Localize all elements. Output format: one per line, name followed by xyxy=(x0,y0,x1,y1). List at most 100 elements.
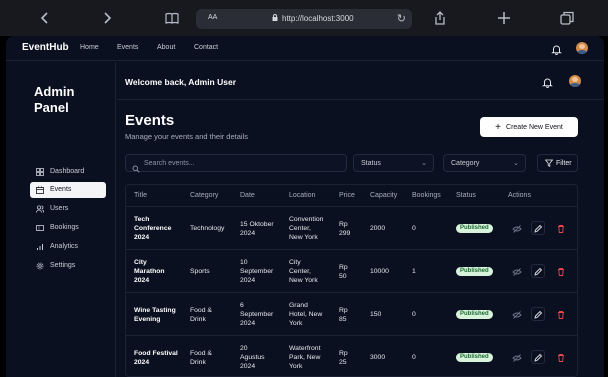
cell-location: City Center, New York xyxy=(289,258,318,285)
cell-location: Convention Center, New York xyxy=(289,215,323,242)
avatar[interactable] xyxy=(569,75,581,87)
cell-line: Food Festival xyxy=(134,349,178,357)
tabs-icon[interactable] xyxy=(558,9,576,27)
table-row[interactable]: Food Festival 2024 Food & Drink 20 Agustus 202… xyxy=(126,335,577,376)
filter-label: Filter xyxy=(556,160,572,167)
table-row[interactable]: Tech Conference 2024 Technology 15 Oktober 20… xyxy=(126,206,577,249)
cell-line: Technology xyxy=(190,225,225,232)
cell-category: Technology xyxy=(190,224,224,233)
cell-line: New York xyxy=(289,277,318,284)
hide-icon[interactable] xyxy=(510,222,524,236)
category-select[interactable]: Category ⌄ xyxy=(443,154,526,172)
create-event-button[interactable]: + Create New Event xyxy=(480,117,578,137)
cell-line: 50 xyxy=(339,272,347,280)
notification-bell-icon[interactable] xyxy=(542,75,553,93)
column-header-status: Status xyxy=(456,192,476,199)
column-header-bookings: Bookings xyxy=(412,192,441,199)
search-input[interactable]: Search events... xyxy=(125,154,347,173)
cell-line: Food & xyxy=(190,306,212,314)
cell-line: Drink xyxy=(190,358,206,366)
cell-date: 15 Oktober 2024 xyxy=(240,220,274,238)
cell-line: Rp xyxy=(339,220,348,228)
sidebar-item-settings[interactable]: Settings xyxy=(30,258,106,274)
delete-icon[interactable] xyxy=(554,222,568,236)
cell-price: Rp 25 xyxy=(339,349,348,367)
top-navigation: EventHub Home Events About Contact xyxy=(6,36,604,61)
delete-icon[interactable] xyxy=(554,351,568,365)
notification-bell-icon[interactable] xyxy=(551,42,562,60)
cell-line: Center, xyxy=(289,268,311,275)
events-table: Title Category Date Location Price Capac… xyxy=(125,184,578,377)
gear-icon xyxy=(36,262,44,270)
reload-icon[interactable]: ↻ xyxy=(397,12,406,25)
hide-icon[interactable] xyxy=(510,265,524,279)
book-icon[interactable] xyxy=(163,9,181,27)
cell-location: Waterfront Park, New York xyxy=(289,344,320,371)
address-bar[interactable]: AA http://localhost:3000 ↻ xyxy=(196,9,412,29)
edit-icon[interactable] xyxy=(531,307,545,321)
sidebar-item-label: Analytics xyxy=(50,243,79,250)
cell-line: York xyxy=(289,363,303,370)
delete-icon[interactable] xyxy=(554,308,568,322)
sidebar-item-dashboard[interactable]: Dashboard xyxy=(30,164,106,180)
new-tab-icon[interactable] xyxy=(495,9,513,27)
sidebar-item-label: Users xyxy=(50,205,69,212)
cell-title: City Marathon 2024 xyxy=(134,258,165,285)
status-select[interactable]: Status ⌄ xyxy=(353,154,434,172)
status-select-value: Status xyxy=(361,160,381,167)
reader-aa-label[interactable]: AA xyxy=(208,14,217,21)
cell-line: 2024 xyxy=(240,363,256,370)
column-header-category: Category xyxy=(190,192,219,199)
cell-title: Wine Tasting Evening xyxy=(134,306,176,324)
edit-icon[interactable] xyxy=(531,221,545,235)
sidebar-item-bookings[interactable]: Bookings xyxy=(30,220,106,236)
table-row[interactable]: City Marathon 2024 Sports 10 September 2024 Cit… xyxy=(126,249,577,292)
sidebar-item-label: Dashboard xyxy=(50,168,85,175)
hide-icon[interactable] xyxy=(510,351,524,365)
nav-link-events[interactable]: Events xyxy=(117,44,138,51)
hide-icon[interactable] xyxy=(510,308,524,322)
cell-line: 85 xyxy=(339,315,347,323)
page-subtitle: Manage your events and their details xyxy=(125,132,248,141)
users-icon xyxy=(36,205,45,213)
cell-date: 20 Agustus 2024 xyxy=(240,344,265,371)
avatar[interactable] xyxy=(576,42,588,54)
cell-line: City xyxy=(289,259,301,266)
status-badge: Published xyxy=(456,267,493,276)
delete-icon[interactable] xyxy=(554,265,568,279)
sidebar-item-users[interactable]: Users xyxy=(30,201,106,217)
nav-link-about[interactable]: About xyxy=(157,44,175,51)
cell-category: Food & Drink xyxy=(190,349,212,367)
cell-line: Conference xyxy=(134,225,172,232)
cell-line: Tech xyxy=(134,216,150,223)
cell-line: 2024 xyxy=(240,320,256,327)
sidebar-item-events[interactable]: Events xyxy=(30,182,106,198)
edit-icon[interactable] xyxy=(531,264,545,278)
cell-bookings: 0 xyxy=(412,354,416,361)
sidebar-item-label: Settings xyxy=(50,262,76,269)
nav-link-contact[interactable]: Contact xyxy=(194,44,218,51)
logo[interactable]: EventHub xyxy=(22,42,69,53)
back-icon[interactable] xyxy=(36,9,54,27)
table-row[interactable]: Wine Tasting Evening Food & Drink 6 September… xyxy=(126,292,577,335)
cell-line: Food & xyxy=(190,349,212,357)
share-icon[interactable] xyxy=(431,9,449,27)
cell-line: 299 xyxy=(339,229,351,237)
cell-line: Center, xyxy=(289,225,311,232)
cell-location: Grand Hotel, New York xyxy=(289,301,322,328)
cell-title: Food Festival 2024 xyxy=(134,349,178,367)
cell-line: 2024 xyxy=(134,358,150,366)
sidebar-item-label: Events xyxy=(50,186,72,193)
category-select-value: Category xyxy=(451,160,480,167)
forward-icon[interactable] xyxy=(98,9,116,27)
edit-icon[interactable] xyxy=(531,350,545,364)
nav-link-home[interactable]: Home xyxy=(80,44,99,51)
sidebar-title: Admin Panel xyxy=(34,84,75,115)
chevron-down-icon: ⌄ xyxy=(513,160,519,167)
column-header-capacity: Capacity xyxy=(370,192,398,199)
filter-button[interactable]: Filter xyxy=(537,154,578,172)
status-badge: Published xyxy=(456,353,493,362)
sidebar-item-analytics[interactable]: Analytics xyxy=(30,239,106,255)
url-text: http://localhost:3000 xyxy=(282,14,354,23)
cell-capacity: 150 xyxy=(370,311,382,318)
